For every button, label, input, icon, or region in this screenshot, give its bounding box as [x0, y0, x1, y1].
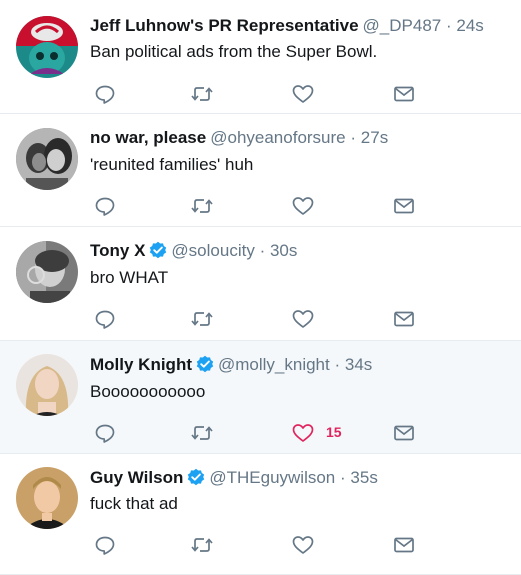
like-button[interactable] [291, 195, 315, 217]
retweet-icon [191, 199, 213, 213]
timestamp[interactable]: 24s [456, 16, 483, 35]
tweet-header: Molly Knight @molly_knight · 34s [90, 355, 511, 378]
timestamp[interactable]: 35s [350, 468, 377, 487]
display-name[interactable]: Jeff Luhnow's PR Representative [90, 16, 359, 35]
retweet-icon [191, 87, 213, 101]
retweet-button[interactable] [190, 83, 214, 105]
heart-icon [292, 310, 314, 328]
tweet[interactable]: no war, please @ohyeanoforsure · 27s 'reu… [0, 114, 521, 227]
tweet-actions: 15 [90, 422, 420, 444]
handle[interactable]: @molly_knight [218, 355, 330, 374]
reply-icon [95, 424, 115, 443]
retweet-button[interactable] [190, 308, 214, 330]
tweet[interactable]: Tony X @soloucity · 30s bro WHAT [0, 227, 521, 341]
tweet-text: 'reunited families' huh [90, 155, 254, 174]
verified-badge-icon [187, 468, 205, 491]
tweet-header: Guy Wilson @THEguywilson · 35s [90, 468, 511, 491]
handle[interactable]: @ohyeanoforsure [210, 128, 345, 147]
reply-button[interactable] [94, 422, 116, 444]
retweet-button[interactable] [190, 195, 214, 217]
reply-button[interactable] [94, 83, 116, 105]
direct-message-button[interactable] [392, 195, 416, 217]
reply-icon [95, 310, 115, 329]
like-button[interactable] [291, 534, 315, 556]
timeline: Jeff Luhnow's PR Representative @_DP487 ·… [0, 0, 521, 575]
envelope-icon [394, 425, 414, 441]
tweet-actions [90, 534, 420, 556]
display-name[interactable]: Molly Knight [90, 355, 192, 374]
tweet[interactable]: Jeff Luhnow's PR Representative @_DP487 ·… [0, 0, 521, 114]
retweet-button[interactable] [190, 534, 214, 556]
retweet-button[interactable] [190, 422, 214, 444]
separator: · [334, 355, 341, 374]
envelope-icon [394, 198, 414, 214]
display-name[interactable]: Guy Wilson [90, 468, 183, 487]
retweet-icon [191, 426, 213, 440]
envelope-icon [394, 86, 414, 102]
tweet[interactable]: Guy Wilson @THEguywilson · 35s fuck that … [0, 454, 521, 575]
display-name[interactable]: no war, please [90, 128, 206, 147]
direct-message-button[interactable] [392, 83, 416, 105]
tweet-header: Tony X @soloucity · 30s [90, 241, 511, 264]
heart-icon [292, 536, 314, 554]
reply-button[interactable] [94, 195, 116, 217]
handle[interactable]: @_DP487 [363, 16, 442, 35]
separator: · [340, 468, 346, 487]
separator: · [350, 128, 357, 147]
heart-icon [292, 197, 314, 215]
tweet-actions [90, 83, 420, 105]
reply-button[interactable] [94, 534, 116, 556]
avatar[interactable] [16, 128, 78, 190]
verified-badge-icon [196, 355, 214, 378]
reply-icon [95, 536, 115, 555]
tweet-actions [90, 308, 420, 330]
retweet-icon [191, 312, 213, 326]
tweet-text: fuck that ad [90, 494, 178, 513]
tweet-text: Booooooooooo [90, 382, 206, 401]
reply-icon [95, 85, 115, 104]
verified-badge-icon [149, 241, 167, 264]
reply-icon [95, 197, 115, 216]
tweet-text: bro WHAT [90, 268, 169, 287]
direct-message-button[interactable] [392, 422, 416, 444]
heart-icon [292, 424, 314, 442]
tweet[interactable]: Molly Knight @molly_knight · 34s Booooooo… [0, 341, 521, 454]
like-button[interactable] [291, 83, 315, 105]
direct-message-button[interactable] [392, 534, 416, 556]
heart-icon [292, 85, 314, 103]
timestamp[interactable]: 27s [361, 128, 388, 147]
envelope-icon [394, 311, 414, 327]
tweet-header: Jeff Luhnow's PR Representative @_DP487 ·… [90, 16, 511, 36]
tweet-text: Ban political ads from the Super Bowl. [90, 42, 378, 61]
handle[interactable]: @THEguywilson [209, 468, 335, 487]
like-button[interactable]: 15 [291, 422, 342, 444]
display-name[interactable]: Tony X [90, 241, 145, 260]
envelope-icon [394, 537, 414, 553]
retweet-icon [191, 538, 213, 552]
tweet-actions [90, 195, 420, 217]
separator: · [445, 16, 452, 35]
avatar[interactable] [16, 354, 78, 416]
timestamp[interactable]: 30s [270, 241, 297, 260]
handle[interactable]: @soloucity [171, 241, 254, 260]
like-button[interactable] [291, 308, 315, 330]
separator: · [259, 241, 266, 260]
avatar[interactable] [16, 241, 78, 303]
avatar[interactable] [16, 467, 78, 529]
like-count: 15 [326, 424, 342, 440]
direct-message-button[interactable] [392, 308, 416, 330]
avatar[interactable] [16, 16, 78, 78]
tweet-header: no war, please @ohyeanoforsure · 27s [90, 128, 511, 148]
reply-button[interactable] [94, 308, 116, 330]
timestamp[interactable]: 34s [345, 355, 372, 374]
